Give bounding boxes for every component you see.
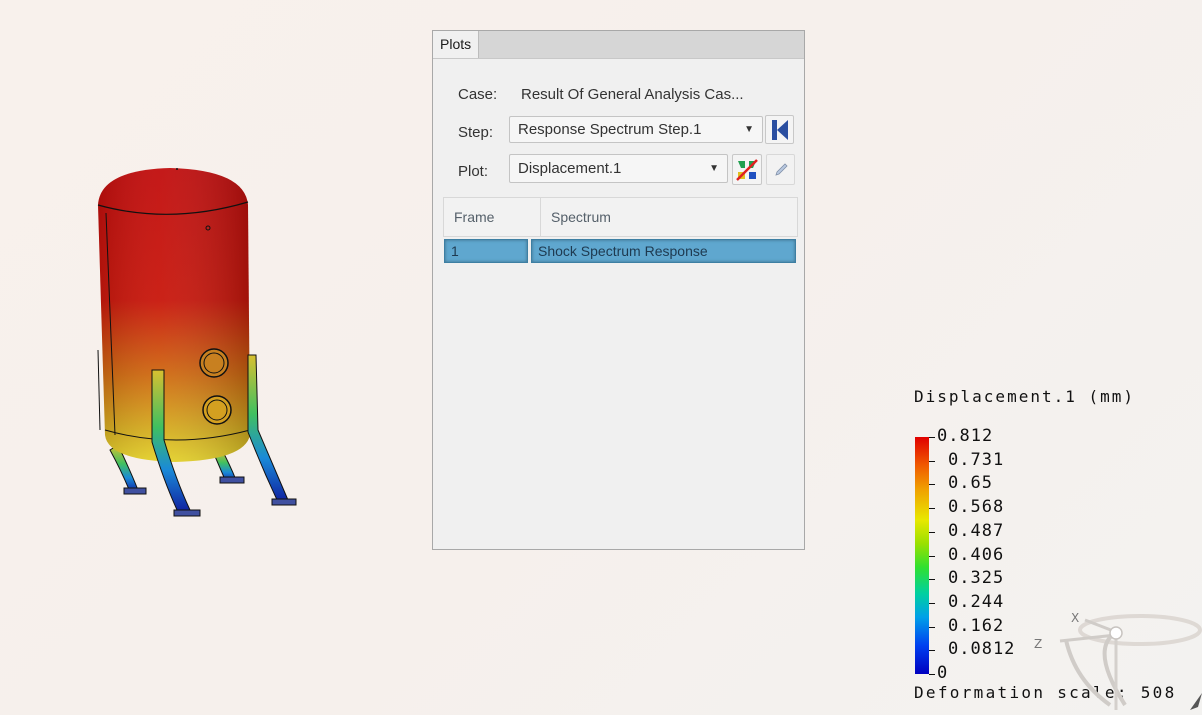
- column-header-frame[interactable]: Frame: [454, 198, 494, 236]
- compass-center-icon: [1109, 626, 1123, 640]
- pressure-vessel-model[interactable]: [80, 150, 310, 530]
- plot-label: Plot:: [458, 163, 489, 180]
- skip-to-first-button[interactable]: [765, 115, 794, 144]
- frames-table: Frame Spectrum 1 Shock Spectrum Response: [443, 197, 798, 264]
- legend-tick-label: 0.325: [948, 568, 1005, 589]
- legend-tick-label: 0.406: [948, 544, 1005, 565]
- pencil-icon: [774, 162, 788, 176]
- deactivate-plot-button[interactable]: [732, 154, 762, 185]
- compass-widget[interactable]: X Z: [1030, 605, 1202, 715]
- step-label: Step:: [458, 124, 494, 141]
- legend-tick: [929, 531, 935, 533]
- legend-tick-label: 0.731: [948, 449, 1005, 470]
- skip-to-first-icon: [771, 119, 788, 140]
- legend-tick: [929, 650, 935, 652]
- compass-axis-x: X: [1071, 611, 1079, 625]
- legend-tick: [929, 555, 935, 557]
- step-select[interactable]: Response Spectrum Step.1 ▼: [509, 116, 763, 143]
- legend-tick: [929, 579, 935, 581]
- legend-tick: [929, 508, 935, 510]
- chevron-down-icon: ▼: [744, 124, 754, 135]
- legend-tick-label: 0.65: [948, 473, 993, 494]
- compass-axis-z: Z: [1034, 637, 1042, 651]
- legend-tick-label: 0.162: [948, 615, 1005, 636]
- deactivate-plot-icon: [736, 158, 758, 181]
- cell-frame[interactable]: 1: [444, 239, 528, 263]
- color-scale-bar: [915, 437, 929, 674]
- tab-bar: Plots: [433, 31, 804, 59]
- plot-row: Plot: Displacement.1 ▼: [433, 153, 804, 185]
- legend-title: Displacement.1 (mm): [914, 387, 1136, 406]
- legend-tick: [929, 460, 935, 462]
- edit-plot-button[interactable]: [766, 154, 795, 185]
- legend-tick: [929, 626, 935, 628]
- legend-tick-label: 0.487: [948, 520, 1005, 541]
- vessel-leg: [247, 354, 289, 503]
- legend-tick: [929, 674, 935, 675]
- plot-select-value: Displacement.1: [518, 160, 622, 177]
- legend-tick-label: 0.0812: [948, 639, 1016, 660]
- step-row: Step: Response Spectrum Step.1 ▼: [433, 115, 804, 145]
- tab-plots[interactable]: Plots: [433, 31, 480, 58]
- case-label: Case:: [458, 86, 498, 103]
- legend-tick: [929, 437, 935, 438]
- step-select-value: Response Spectrum Step.1: [518, 121, 702, 138]
- legend-tick: [929, 484, 935, 486]
- plots-panel: Plots Case: Result Of General Analysis C…: [432, 30, 805, 550]
- legend-tick-label: 0.812: [937, 426, 994, 446]
- legend-tick-label: 0.244: [948, 591, 1005, 612]
- legend-tick-label: 0: [937, 663, 949, 683]
- chevron-down-icon: ▼: [709, 163, 719, 174]
- column-header-spectrum[interactable]: Spectrum: [540, 198, 611, 236]
- 3d-viewport[interactable]: Plots Case: Result Of General Analysis C…: [0, 0, 1202, 715]
- plot-select[interactable]: Displacement.1 ▼: [509, 154, 728, 183]
- table-row[interactable]: 1 Shock Spectrum Response: [443, 239, 798, 264]
- table-header: Frame Spectrum: [443, 197, 798, 237]
- legend-tick: [929, 602, 935, 604]
- case-value: Result Of General Analysis Cas...: [521, 86, 744, 103]
- case-row: Case: Result Of General Analysis Cas...: [433, 86, 804, 106]
- legend-tick-label: 0.568: [948, 497, 1005, 518]
- cell-spectrum[interactable]: Shock Spectrum Response: [531, 239, 796, 263]
